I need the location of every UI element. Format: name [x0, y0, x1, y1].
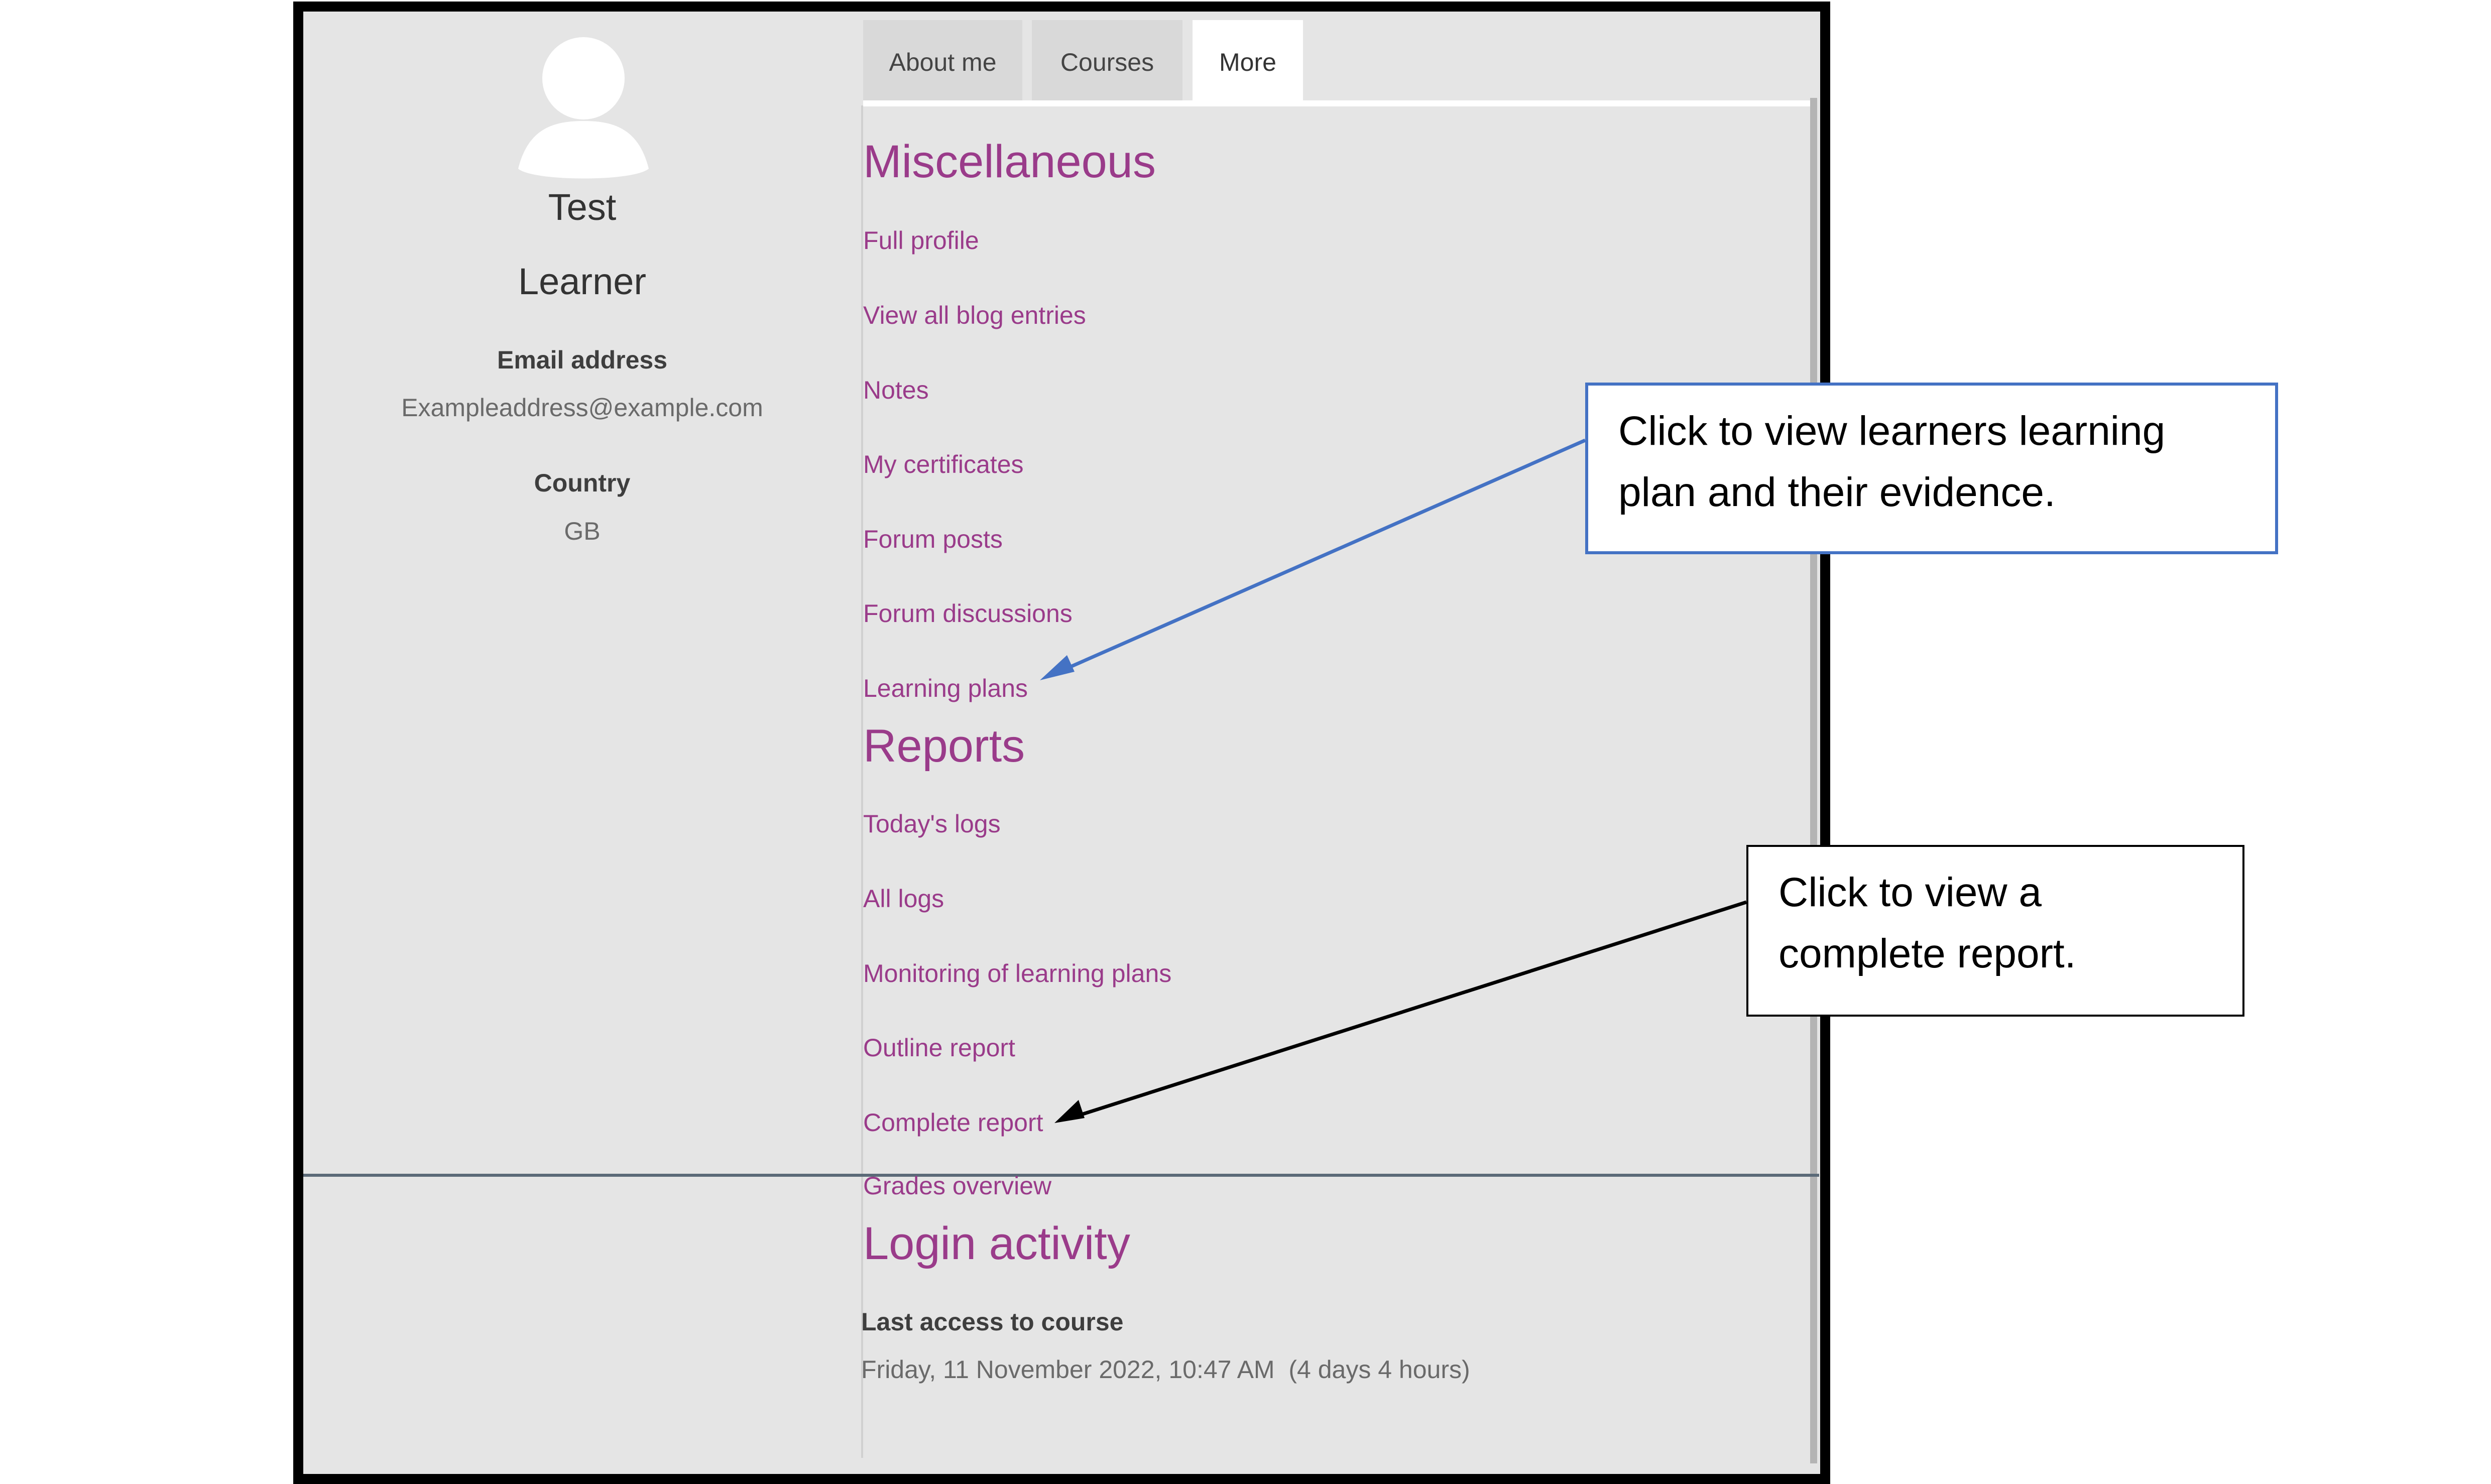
link-grades-overview[interactable]: Grades overview [863, 1171, 1051, 1200]
link-complete-report[interactable]: Complete report [863, 1108, 1043, 1137]
email-label: Email address [497, 346, 668, 374]
link-todays-logs[interactable]: Today's logs [863, 809, 1001, 838]
reports-heading: Reports [863, 720, 1025, 772]
country-value: GB [564, 517, 601, 545]
scrollbar-track[interactable] [1810, 98, 1817, 1463]
user-avatar-icon [518, 37, 649, 179]
link-outline-report[interactable]: Outline report [863, 1033, 1015, 1062]
link-notes[interactable]: Notes [863, 376, 929, 405]
last-access-value: Friday, 11 November 2022, 10:47 AM (4 da… [861, 1355, 1470, 1384]
link-view-all-blog-entries[interactable]: View all blog entries [863, 301, 1086, 330]
email-value: Exampleaddress@example.com [401, 394, 763, 422]
country-label: Country [534, 469, 631, 497]
link-forum-posts[interactable]: Forum posts [863, 525, 1003, 554]
tab-courses[interactable]: Courses [1032, 20, 1182, 104]
login-activity-heading: Login activity [863, 1218, 1130, 1269]
link-forum-discussions[interactable]: Forum discussions [863, 599, 1073, 628]
link-my-certificates[interactable]: My certificates [863, 450, 1024, 479]
link-all-logs[interactable]: All logs [863, 884, 944, 913]
tab-underline [863, 100, 1810, 106]
callout-complete-report: Click to view a complete report. [1746, 845, 2244, 1017]
last-access-label: Last access to course [861, 1308, 1124, 1336]
profile-last-name: Learner [518, 261, 647, 302]
link-learning-plans[interactable]: Learning plans [863, 674, 1028, 703]
link-monitoring-of-learning-plans[interactable]: Monitoring of learning plans [863, 959, 1171, 988]
callout-learning-plans: Click to view learners learning plan and… [1585, 383, 2278, 554]
horizontal-rule [303, 1174, 1819, 1177]
profile-first-name: Test [548, 186, 617, 228]
miscellaneous-heading: Miscellaneous [863, 136, 1156, 187]
link-full-profile[interactable]: Full profile [863, 226, 979, 255]
tab-about-me[interactable]: About me [863, 20, 1022, 104]
tab-more[interactable]: More [1193, 20, 1303, 104]
